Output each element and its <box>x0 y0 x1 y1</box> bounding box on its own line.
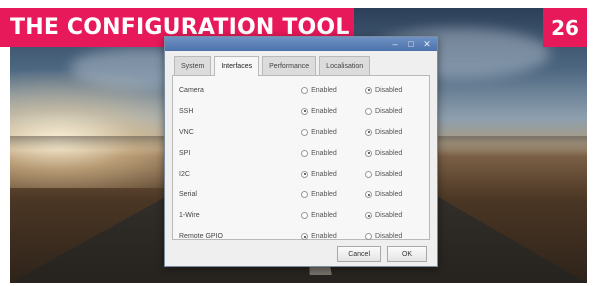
disabled-option[interactable]: Disabled <box>365 149 429 157</box>
enabled-label: Enabled <box>311 170 337 178</box>
enabled-option[interactable]: Enabled <box>301 233 365 241</box>
interface-row: Camera Enabled Disabled <box>179 80 429 101</box>
interface-row: I2C Enabled Disabled <box>179 164 429 185</box>
interface-name: VNC <box>179 128 194 136</box>
close-icon[interactable]: ✕ <box>423 39 431 49</box>
disabled-label: Disabled <box>375 170 403 178</box>
interface-name: SSH <box>179 107 194 115</box>
enabled-label: Enabled <box>311 86 337 94</box>
disabled-radio[interactable] <box>365 128 373 136</box>
enabled-option[interactable]: Enabled <box>301 191 365 199</box>
tab-performance[interactable]: Performance <box>262 56 317 75</box>
disabled-radio[interactable] <box>365 149 373 157</box>
disabled-radio[interactable] <box>365 107 373 115</box>
tab-interfaces[interactable]: Interfaces <box>214 56 260 76</box>
enabled-label: Enabled <box>311 212 337 220</box>
interface-row: VNC Enabled Disabled <box>179 122 429 143</box>
enabled-label: Enabled <box>311 128 337 136</box>
enabled-label: Enabled <box>311 149 337 157</box>
enabled-radio[interactable] <box>301 128 309 136</box>
tab-localisation[interactable]: Localisation <box>319 56 371 75</box>
disabled-label: Disabled <box>375 86 403 94</box>
enabled-option[interactable]: Enabled <box>301 170 365 178</box>
disabled-label: Disabled <box>375 212 403 220</box>
enabled-option[interactable]: Enabled <box>301 107 365 115</box>
enabled-radio[interactable] <box>301 86 309 94</box>
enabled-label: Enabled <box>311 107 337 115</box>
config-dialog: – □ ✕ System Interfaces Performance Localis… <box>164 36 438 267</box>
disabled-option[interactable]: Disabled <box>365 212 429 220</box>
disabled-radio[interactable] <box>365 212 373 220</box>
enabled-radio[interactable] <box>301 212 309 220</box>
enabled-option[interactable]: Enabled <box>301 149 365 157</box>
cancel-button[interactable]: Cancel <box>337 246 381 262</box>
disabled-option[interactable]: Disabled <box>365 170 429 178</box>
interface-row: SSH Enabled Disabled <box>179 101 429 122</box>
enabled-radio[interactable] <box>301 107 309 115</box>
interface-name: SPI <box>179 149 191 157</box>
page-number-badge: 26 <box>543 8 587 47</box>
tab-system[interactable]: System <box>174 56 212 75</box>
minimize-icon[interactable]: – <box>391 39 399 49</box>
interface-name: Camera <box>179 86 204 94</box>
disabled-option[interactable]: Disabled <box>365 128 429 136</box>
interface-row: 1-Wire Enabled Disabled <box>179 205 429 226</box>
page-number: 26 <box>551 15 579 40</box>
disabled-radio[interactable] <box>365 170 373 178</box>
interface-row: SPI Enabled Disabled <box>179 143 429 164</box>
interface-name: I2C <box>179 170 190 178</box>
disabled-option[interactable]: Disabled <box>365 107 429 115</box>
disabled-option[interactable]: Disabled <box>365 233 429 241</box>
enabled-label: Enabled <box>311 233 337 241</box>
disabled-radio[interactable] <box>365 233 373 241</box>
interface-name: Serial <box>179 191 197 199</box>
disabled-option[interactable]: Disabled <box>365 86 429 94</box>
dialog-buttons: Cancel OK <box>165 240 437 262</box>
disabled-label: Disabled <box>375 107 403 115</box>
disabled-label: Disabled <box>375 128 403 136</box>
disabled-radio[interactable] <box>365 86 373 94</box>
enabled-radio[interactable] <box>301 191 309 199</box>
enabled-radio[interactable] <box>301 233 309 241</box>
window-titlebar[interactable]: – □ ✕ <box>165 37 437 51</box>
maximize-icon[interactable]: □ <box>407 39 415 49</box>
interface-name: Remote GPIO <box>179 233 223 241</box>
enabled-radio[interactable] <box>301 170 309 178</box>
enabled-radio[interactable] <box>301 149 309 157</box>
enabled-option[interactable]: Enabled <box>301 128 365 136</box>
enabled-option[interactable]: Enabled <box>301 86 365 94</box>
tab-bar: System Interfaces Performance Localisation <box>165 51 437 76</box>
enabled-option[interactable]: Enabled <box>301 212 365 220</box>
ok-button[interactable]: OK <box>387 246 427 262</box>
interface-row: Serial Enabled Disabled <box>179 184 429 205</box>
disabled-label: Disabled <box>375 191 403 199</box>
disabled-radio[interactable] <box>365 191 373 199</box>
interfaces-panel: Camera Enabled Disabled SSH Enabled Disabled V… <box>172 75 430 241</box>
interface-name: 1-Wire <box>179 212 200 220</box>
disabled-label: Disabled <box>375 149 403 157</box>
disabled-option[interactable]: Disabled <box>365 191 429 199</box>
disabled-label: Disabled <box>375 233 403 241</box>
enabled-label: Enabled <box>311 191 337 199</box>
